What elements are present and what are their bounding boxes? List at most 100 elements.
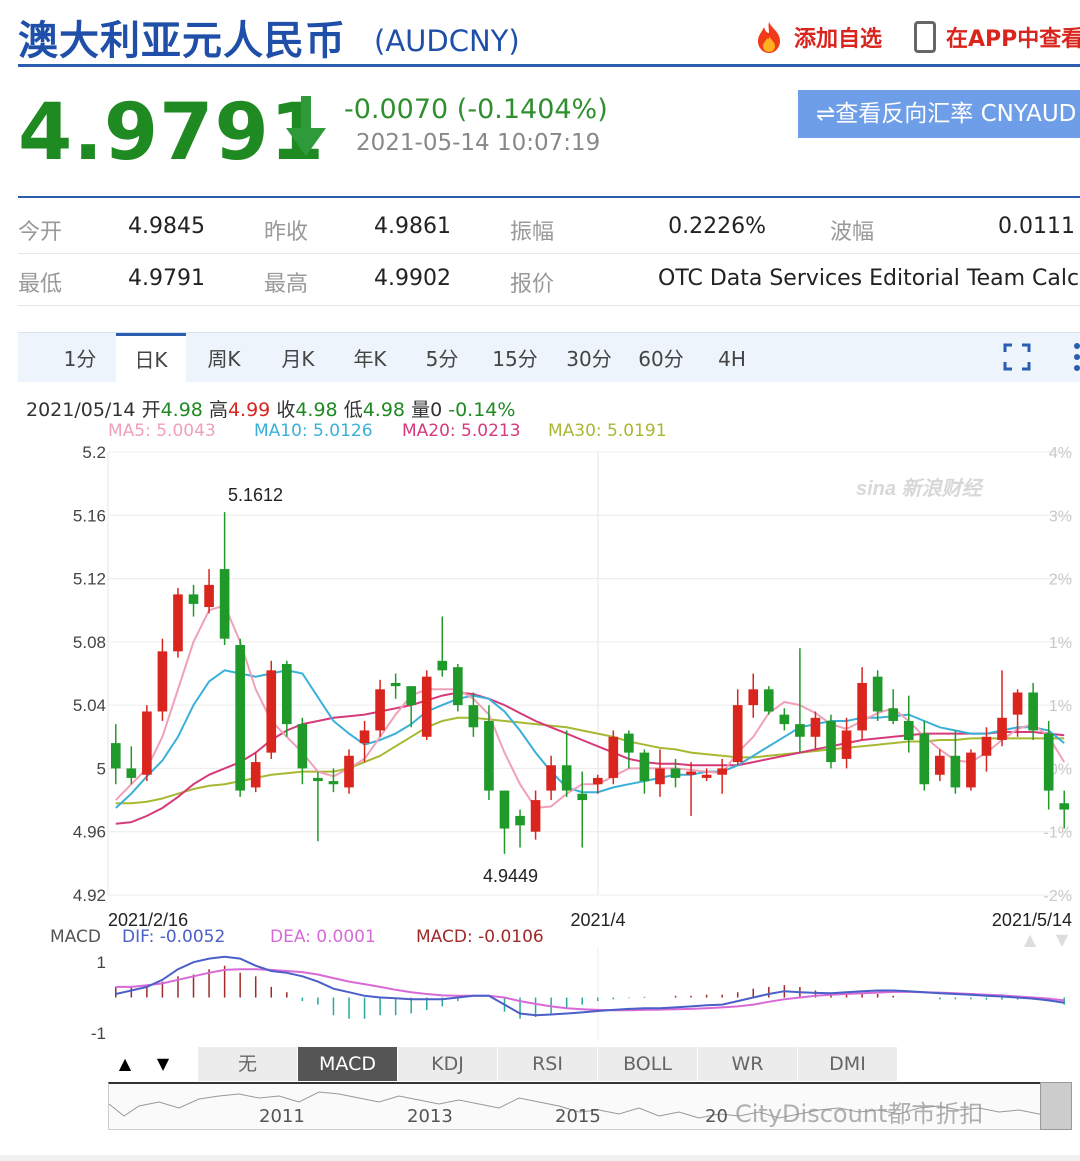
- tab-5min[interactable]: 5分: [412, 333, 472, 383]
- flame-icon: [758, 22, 780, 53]
- max-annotation: 5.1612: [228, 485, 283, 505]
- fullscreen-icon[interactable]: [1003, 343, 1031, 371]
- tab-weekly-k[interactable]: 周K: [194, 333, 254, 383]
- ohlc-open: 4.98: [160, 399, 203, 421]
- quote-divider: [18, 196, 1080, 198]
- candle-body: [810, 717, 821, 737]
- pct-tick-label: 1%: [1049, 698, 1072, 715]
- header: 澳大利亚元人民币 (AUDCNY) 添加自选 在APP中查看: [0, 0, 1080, 70]
- indicator-wr[interactable]: WR: [698, 1047, 798, 1081]
- candle-body: [157, 651, 168, 712]
- candle-body: [841, 730, 852, 759]
- min-annotation: 4.9449: [483, 866, 538, 886]
- candle-body: [375, 689, 385, 731]
- tab-4h[interactable]: 4H: [704, 333, 760, 383]
- indicator-macd[interactable]: MACD: [298, 1047, 398, 1081]
- candle-body: [421, 676, 432, 737]
- candle-body: [888, 708, 899, 721]
- scroll-up-button[interactable]: ▲: [108, 1047, 142, 1081]
- candle-body: [732, 705, 743, 763]
- ohlc-open-label: 开: [141, 399, 161, 421]
- tab-monthly-k[interactable]: 月K: [268, 333, 328, 383]
- quote-source-value: OTC Data Services Editorial Team Calc...: [658, 266, 1080, 291]
- kline-chart[interactable]: 5.2 4%5.16 3%5.12 2%5.08 1%5.04 1%5 0%4.96 -1%4…: [0, 440, 1080, 1050]
- candle-body: [1012, 692, 1023, 715]
- candle-body: [655, 768, 665, 785]
- candle-body: [126, 768, 137, 778]
- candle-body: [266, 670, 277, 753]
- open-value: 4.9845: [128, 214, 205, 239]
- tab-1min[interactable]: 1分: [50, 333, 110, 383]
- candle-body: [313, 777, 323, 782]
- strip-year: 20: [705, 1106, 728, 1127]
- prev-close-label: 昨收: [264, 220, 309, 245]
- open-in-app-button[interactable]: 在APP中查看: [914, 20, 1080, 54]
- candle-body: [453, 667, 463, 706]
- low-label: 最低: [18, 272, 63, 297]
- x-tick-label: 2021/5/14: [992, 910, 1072, 930]
- candle-body: [188, 594, 199, 604]
- indicator-rsi[interactable]: RSI: [498, 1047, 598, 1081]
- ohlc-date: 2021/05/14: [26, 399, 136, 421]
- add-watchlist-label: 添加自选: [794, 27, 883, 52]
- candle-body: [935, 755, 945, 775]
- strip-year: 2013: [407, 1106, 453, 1127]
- range-label: 波幅: [830, 220, 875, 245]
- candle-body: [546, 765, 556, 791]
- macd-legend-name: MACD: [50, 927, 101, 947]
- pct-tick-label: 3%: [1049, 508, 1072, 525]
- candle-body: [328, 781, 339, 785]
- ohlc-high-label: 高: [208, 399, 228, 421]
- candle-body: [795, 724, 805, 737]
- indicator-dmi[interactable]: DMI: [798, 1047, 898, 1081]
- dea-line: [115, 968, 1065, 1012]
- candle-body: [686, 771, 696, 775]
- ohlc-low: 4.98: [362, 399, 406, 421]
- tab-yearly-k[interactable]: 年K: [340, 333, 400, 383]
- candle-body: [1059, 803, 1070, 810]
- ma10-legend: MA10: 5.0126: [254, 421, 373, 441]
- candle-body: [468, 705, 479, 728]
- scroll-down-button[interactable]: ▼: [146, 1047, 180, 1081]
- tab-30min[interactable]: 30分: [558, 333, 620, 383]
- reverse-rate-button[interactable]: ⇌查看反向汇率 CNYAUD: [798, 90, 1080, 138]
- candle-body: [515, 815, 525, 826]
- macd-tick-label: -1: [91, 1024, 106, 1043]
- stats-table: 今开 4.9845 昨收 4.9861 振幅 0.2226% 波幅 0.0111…: [18, 202, 1080, 306]
- prev-close-value: 4.9861: [374, 214, 451, 239]
- macd-value-legend: MACD: -0.0106: [416, 927, 544, 947]
- candle-body: [608, 736, 619, 778]
- indicator-none[interactable]: 无: [198, 1047, 298, 1081]
- tab-daily-k[interactable]: 日K: [116, 333, 186, 383]
- open-label: 今开: [18, 220, 63, 245]
- candle-body: [639, 752, 650, 782]
- candle-body: [110, 743, 121, 769]
- tab-15min[interactable]: 15分: [484, 333, 546, 383]
- stats-row: 今开 4.9845 昨收 4.9861 振幅 0.2226% 波幅 0.0111: [18, 202, 1080, 254]
- current-price: 4.9791: [18, 88, 325, 178]
- indicator-boll[interactable]: BOLL: [598, 1047, 698, 1081]
- tab-60min[interactable]: 60分: [630, 333, 692, 383]
- x-tick-label: 2021/4: [570, 910, 625, 930]
- price-change: -0.0070 (-0.1404%): [344, 94, 608, 125]
- down-arrow-icon: [286, 96, 326, 156]
- dif-line: [115, 955, 1065, 1017]
- candle-body: [499, 790, 510, 829]
- quote-timestamp: 2021-05-14 10:07:19: [356, 130, 601, 156]
- pct-tick-label: 2%: [1049, 572, 1072, 589]
- add-watchlist-button[interactable]: 添加自选: [752, 20, 882, 54]
- more-options-icon[interactable]: [1070, 341, 1080, 373]
- candle-body: [826, 720, 836, 763]
- y-tick-label: 5.08: [73, 633, 106, 652]
- candle-body: [359, 730, 370, 744]
- candle-body: [1028, 692, 1038, 731]
- page-title: 澳大利亚元人民币: [18, 18, 346, 64]
- indicator-kdj[interactable]: KDJ: [398, 1047, 498, 1081]
- candle-body: [903, 720, 914, 740]
- range-handle[interactable]: [1040, 1082, 1072, 1130]
- high-label: 最高: [264, 272, 309, 297]
- ma30-legend: MA30: 5.0191: [548, 421, 667, 441]
- candle-body: [950, 755, 961, 788]
- candle-body: [390, 682, 401, 687]
- y-tick-label: 5.16: [73, 506, 106, 525]
